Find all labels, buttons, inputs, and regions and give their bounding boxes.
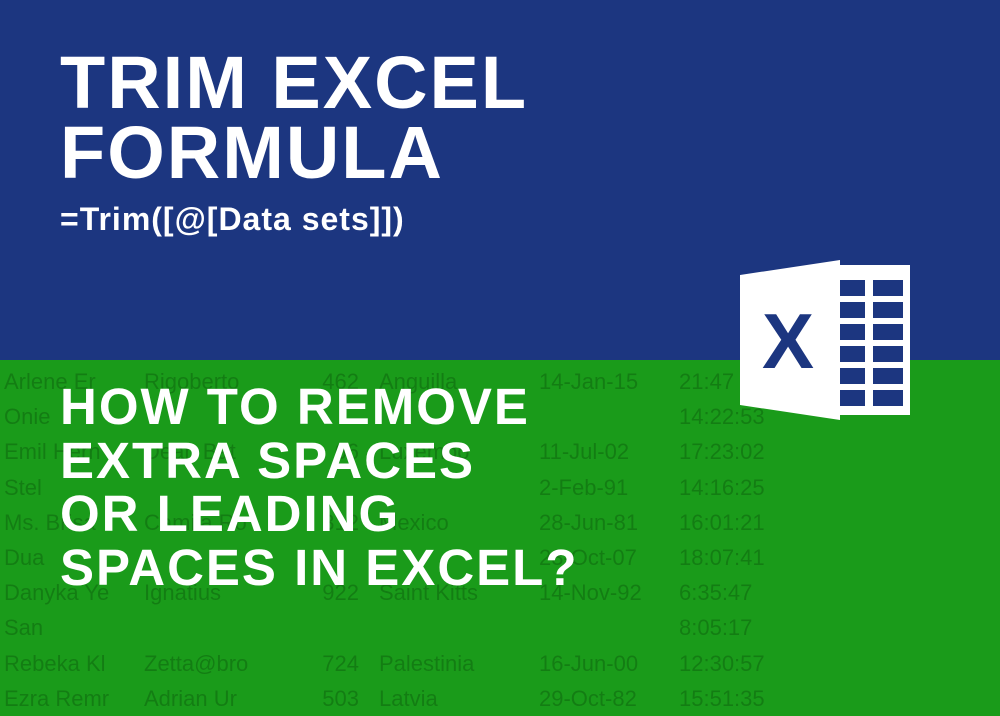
bg-row: Rebeka Kl Zetta@bro 724 Palestinia 16-Jun-00… <box>4 646 996 681</box>
bg-cell <box>539 610 659 645</box>
bg-cell <box>144 610 284 645</box>
subtitle-line-1: HOW TO REMOVE <box>60 378 530 435</box>
bg-cell: 16-Jun-00 <box>539 646 659 681</box>
main-title: TRIM EXCEL FORMULA <box>60 48 940 189</box>
subtitle-line-4: SPACES IN EXCEL? <box>60 539 578 596</box>
bg-cell: 29-Oct-82 <box>539 681 659 716</box>
bg-cell: 12:30:57 <box>679 646 769 681</box>
bg-cell: 8:05:17 <box>679 610 769 645</box>
title-line-2: FORMULA <box>60 111 444 194</box>
bg-row: San 8:05:17 <box>4 610 996 645</box>
bg-cell: Zetta@bro <box>144 646 284 681</box>
bg-cell <box>379 610 519 645</box>
title-block: TRIM EXCEL FORMULA =Trim([@[Data sets]]) <box>60 48 940 238</box>
bg-cell: 724 <box>304 646 359 681</box>
bg-cell: San <box>4 610 124 645</box>
bg-cell: Palestinia <box>379 646 519 681</box>
bg-cell: 15:51:35 <box>679 681 769 716</box>
bg-cell: 503 <box>304 681 359 716</box>
svg-text:X: X <box>762 297 814 385</box>
bg-cell: Adrian Ur <box>144 681 284 716</box>
bg-cell: Ezra Remr <box>4 681 124 716</box>
bg-cell <box>304 610 359 645</box>
bg-row: Ezra Remr Adrian Ur 503 Latvia 29-Oct-82 15:5… <box>4 681 996 716</box>
subtitle-line-3: OR LEADING <box>60 485 400 542</box>
bg-cell: Latvia <box>379 681 519 716</box>
bg-cell: Rebeka Kl <box>4 646 124 681</box>
subtitle-line-2: EXTRA SPACES <box>60 432 475 489</box>
excel-icon: X <box>730 250 920 430</box>
formula-text: =Trim([@[Data sets]]) <box>60 201 940 238</box>
